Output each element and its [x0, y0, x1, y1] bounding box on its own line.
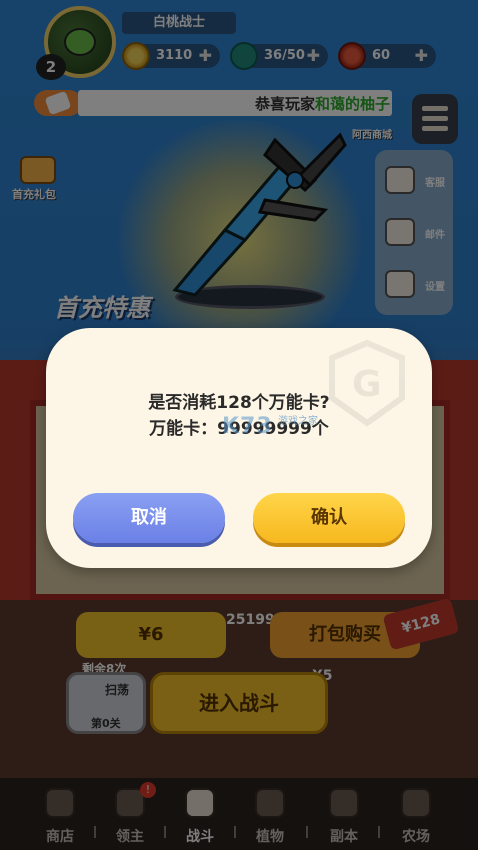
watermark-sub: 游戏之家 [278, 416, 318, 427]
confirm-dialog: G 是否消耗128个万能卡? 万能卡：99999999个 K73 游戏之家 取消… [46, 328, 432, 568]
confirm-button[interactable]: 确认 [253, 493, 405, 543]
watermark: K73 [222, 414, 273, 439]
cancel-button[interactable]: 取消 [73, 493, 225, 543]
dialog-message: 是否消耗128个万能卡? [148, 393, 330, 413]
